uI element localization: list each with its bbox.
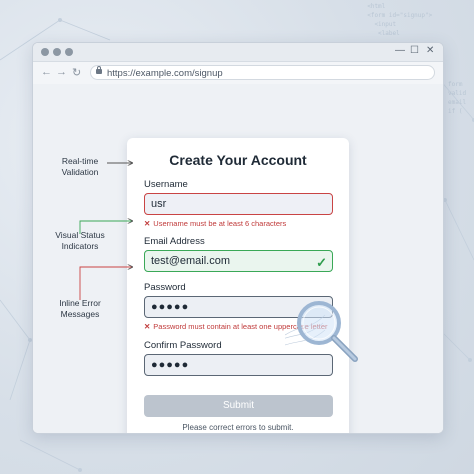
username-label: Username	[144, 179, 188, 190]
email-input[interactable]: test@email.com ✓	[144, 250, 333, 272]
address-bar[interactable]: https://example.com/signup	[90, 65, 435, 80]
password-label: Password	[144, 282, 186, 293]
valid-check-icon: ✓	[316, 255, 327, 270]
magnifier-icon	[285, 301, 358, 362]
minimize-icon[interactable]: —	[395, 45, 405, 56]
back-arrow-icon[interactable]: ←	[41, 66, 52, 78]
address-bar-url: https://example.com/signup	[107, 68, 223, 79]
background-code-decoration: <html <form id="signup"> <input <label .…	[367, 3, 433, 46]
browser-navbar: ← → ↻ https://example.com/signup	[33, 62, 443, 85]
window-dot-icon[interactable]	[41, 48, 49, 56]
window-dot-icon[interactable]	[65, 48, 73, 56]
annotation-visual-status: Visual Status Indicators	[55, 230, 105, 251]
maximize-icon[interactable]: ☐	[410, 45, 419, 56]
annotation-inline-errors: Inline Error Messages	[59, 298, 101, 319]
email-label: Email Address	[144, 236, 205, 247]
error-x-icon: ✕	[144, 219, 151, 228]
lock-icon	[96, 66, 102, 74]
email-value: test@email.com	[151, 255, 231, 267]
username-error-text: Username must be at least 6 characters	[153, 219, 287, 228]
page-content: Create Your Account Username usr ✕ Userna…	[33, 84, 443, 433]
forward-arrow-icon[interactable]: →	[56, 66, 67, 78]
form-hint: Please correct errors to submit.	[182, 423, 294, 432]
username-value: usr	[151, 198, 167, 210]
close-icon[interactable]: ✕	[426, 45, 434, 56]
reload-icon[interactable]: ↻	[72, 66, 81, 79]
confirm-password-label: Confirm Password	[144, 340, 222, 351]
password-value: ●●●●●	[151, 301, 190, 313]
username-error-message: ✕ Username must be at least 6 characters	[144, 219, 286, 228]
signup-form-card: Create Your Account Username usr ✕ Userna…	[127, 138, 349, 433]
annotation-realtime-validation: Real-time Validation	[61, 156, 99, 177]
error-x-icon: ✕	[144, 322, 151, 331]
browser-titlebar: — ☐ ✕	[33, 43, 443, 62]
confirm-password-value: ●●●●●	[151, 359, 190, 371]
form-title: Create Your Account	[169, 152, 307, 168]
submit-button[interactable]: Submit	[144, 395, 333, 417]
background-code-decoration: form valid email if (	[448, 81, 467, 115]
window-dot-icon[interactable]	[53, 48, 61, 56]
username-input[interactable]: usr	[144, 193, 333, 215]
